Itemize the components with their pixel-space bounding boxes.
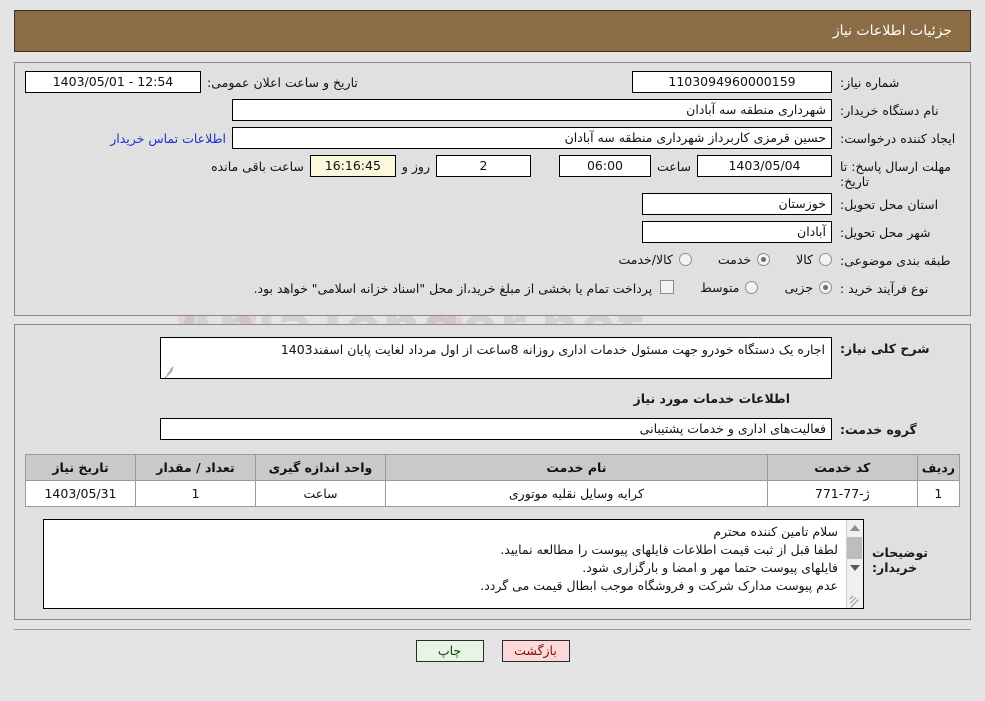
th-need-date: تاریخ نیاز bbox=[25, 454, 136, 481]
need-number-field[interactable]: 1103094960000159 bbox=[632, 71, 832, 93]
purchase-type-option-motavaset[interactable]: متوسط bbox=[700, 280, 759, 295]
request-creator-label: ایجاد کننده درخواست: bbox=[840, 131, 956, 146]
deadline-hour-field[interactable]: 06:00 bbox=[558, 155, 651, 177]
cell-unit: ساعت bbox=[255, 480, 386, 507]
purchase-type-radio-group: جزیی متوسط bbox=[674, 277, 832, 295]
public-announce-label: تاریخ و ساعت اعلان عمومی: bbox=[207, 75, 358, 90]
public-announce-field[interactable]: 1403/05/01 - 12:54 bbox=[25, 71, 201, 93]
purchase-type-label: نوع فرآیند خرید : bbox=[840, 281, 929, 296]
scrollbar-thumb[interactable] bbox=[847, 537, 862, 559]
buyer-org-field[interactable]: شهرداری منطقه سه آبادان bbox=[232, 99, 832, 121]
services-section-title: اطلاعات خدمات مورد نیاز bbox=[633, 391, 791, 406]
row-response-deadline: مهلت ارسال پاسخ: تا تاریخ: 1403/05/04 سا… bbox=[25, 155, 960, 189]
response-deadline-label: مهلت ارسال پاسخ: تا تاریخ: bbox=[832, 155, 960, 189]
cell-quantity: 1 bbox=[135, 480, 256, 507]
delivery-city-label: شهر محل تحویل: bbox=[840, 225, 931, 240]
deadline-label-line1: مهلت ارسال پاسخ: تا bbox=[840, 159, 951, 174]
checkbox-icon[interactable] bbox=[660, 280, 675, 294]
scroll-up-arrow-icon[interactable] bbox=[846, 520, 863, 536]
purchase-type-option-jozii[interactable]: جزیی bbox=[784, 280, 832, 295]
page-title: جزئیات اطلاعات نیاز bbox=[832, 23, 952, 39]
classification-label: طبقه بندی موضوعی: bbox=[840, 253, 951, 268]
row-need-description: شرح کلی نیاز: اجاره یک دستگاه خودرو جهت … bbox=[25, 337, 960, 379]
request-creator-field[interactable]: حسین قرمزی کاربرداز شهرداری منطقه سه آبا… bbox=[232, 127, 832, 149]
page-header: جزئیات اطلاعات نیاز bbox=[14, 10, 971, 52]
row-need-number: شماره نیاز: 1103094960000159 تاریخ و ساع… bbox=[25, 71, 960, 95]
footer-actions: بازگشت چاپ bbox=[14, 629, 971, 662]
cell-service-code: ژ-77-771 bbox=[766, 480, 918, 507]
cell-radif: 1 bbox=[916, 480, 961, 507]
purchase-type-option-label: جزیی bbox=[784, 280, 813, 295]
classification-option-label: خدمت bbox=[717, 252, 752, 267]
th-service-name: نام خدمت bbox=[385, 454, 768, 481]
treasury-bond-checkbox-wrap[interactable]: پرداخت تمام یا بخشی از مبلغ خرید،از محل … bbox=[254, 277, 675, 296]
radio-icon[interactable] bbox=[819, 253, 832, 266]
th-quantity: تعداد / مقدار bbox=[135, 454, 256, 481]
purchase-type-option-label: متوسط bbox=[700, 280, 740, 295]
row-purchase-type: نوع فرآیند خرید : جزیی متوسط پرداخت تمام… bbox=[25, 277, 960, 301]
cell-need-date: 1403/05/31 bbox=[25, 480, 136, 507]
notes-scrollbar[interactable] bbox=[846, 520, 863, 608]
th-unit: واحد اندازه گیری bbox=[255, 454, 386, 481]
countdown-timer-field: 16:16:45 bbox=[309, 155, 396, 177]
deadline-label-line2: تاریخ: bbox=[840, 174, 870, 189]
classification-option-label: کالا/خدمت bbox=[618, 252, 673, 267]
buyer-notes-line: سلام تامین کننده محترم bbox=[713, 524, 838, 539]
cell-service-name: کرایه وسایل نقلیه موتوری bbox=[385, 480, 768, 507]
row-buyer-org: نام دستگاه خریدار: شهرداری منطقه سه آباد… bbox=[25, 99, 960, 123]
service-details-panel: شرح کلی نیاز: اجاره یک دستگاه خودرو جهت … bbox=[14, 324, 971, 620]
need-number-label: شماره نیاز: bbox=[840, 75, 900, 90]
buyer-notes-label: توضیحات خریدار: bbox=[872, 545, 928, 575]
radio-icon[interactable] bbox=[745, 281, 759, 294]
remaining-days-label: روز و bbox=[401, 159, 430, 174]
classification-option-label: کالا bbox=[796, 252, 813, 267]
radio-icon-selected[interactable] bbox=[819, 281, 832, 294]
table-header-row: ردیف کد خدمت نام خدمت واحد اندازه گیری ت… bbox=[25, 454, 961, 481]
buyer-notes-line: عدم پیوست مدارک شرکت و فروشگاه موجب ابطا… bbox=[480, 578, 838, 593]
need-description-textarea[interactable]: اجاره یک دستگاه خودرو جهت مسئول خدمات اد… bbox=[160, 337, 832, 379]
buyer-notes-line: لطفا قبل از ثبت قیمت اطلاعات فایلهای پیو… bbox=[500, 542, 838, 557]
page-root: جزئیات اطلاعات نیاز شماره نیاز: 11030949… bbox=[0, 10, 985, 662]
remaining-hours-label: ساعت باقی مانده bbox=[211, 159, 304, 174]
need-description-text: اجاره یک دستگاه خودرو جهت مسئول خدمات اد… bbox=[280, 342, 825, 357]
treasury-bond-label: پرداخت تمام یا بخشی از مبلغ خرید،از محل … bbox=[253, 281, 653, 296]
row-request-creator: ایجاد کننده درخواست: حسین قرمزی کاربرداز… bbox=[25, 127, 960, 151]
classification-option-kala[interactable]: کالا bbox=[796, 252, 832, 267]
row-buyer-notes: توضیحات خریدار: سلام تامین کننده محترم ل… bbox=[25, 519, 960, 609]
remaining-days-field[interactable]: 2 bbox=[435, 155, 531, 177]
need-info-panel: شماره نیاز: 1103094960000159 تاریخ و ساع… bbox=[14, 62, 971, 316]
row-delivery-province: استان محل تحویل: خوزستان bbox=[25, 193, 960, 217]
print-button[interactable]: چاپ bbox=[415, 640, 484, 662]
th-service-code: کد خدمت bbox=[766, 454, 918, 481]
buyer-contact-link[interactable]: اطلاعات تماس خریدار bbox=[104, 127, 232, 146]
buyer-org-label: نام دستگاه خریدار: bbox=[840, 103, 939, 118]
row-delivery-city: شهر محل تحویل: آبادان bbox=[25, 221, 960, 245]
deadline-date-field[interactable]: 1403/05/04 bbox=[697, 155, 832, 177]
classification-radio-group: کالا خدمت کالا/خدمت bbox=[592, 249, 832, 267]
delivery-province-field[interactable]: خوزستان bbox=[642, 193, 832, 215]
buyer-notes-content: سلام تامین کننده محترم لطفا قبل از ثبت ق… bbox=[44, 520, 846, 608]
table-row: 1 ژ-77-771 کرایه وسایل نقلیه موتوری ساعت… bbox=[25, 480, 961, 507]
delivery-province-label: استان محل تحویل: bbox=[840, 197, 939, 212]
service-items-table: ردیف کد خدمت نام خدمت واحد اندازه گیری ت… bbox=[25, 454, 961, 507]
classification-option-khedmat[interactable]: خدمت bbox=[717, 252, 771, 267]
resize-grip-icon[interactable] bbox=[849, 594, 861, 608]
buyer-notes-textarea[interactable]: سلام تامین کننده محترم لطفا قبل از ثبت ق… bbox=[43, 519, 864, 609]
th-radif: ردیف bbox=[916, 454, 961, 481]
service-group-field[interactable]: فعالیت‌های اداری و خدمات پشتیبانی bbox=[160, 418, 832, 440]
return-button[interactable]: بازگشت bbox=[501, 640, 570, 662]
radio-icon[interactable] bbox=[678, 253, 692, 266]
radio-icon-selected[interactable] bbox=[757, 253, 771, 266]
scroll-down-arrow-icon[interactable] bbox=[846, 560, 863, 576]
delivery-city-field[interactable]: آبادان bbox=[642, 221, 832, 243]
row-service-group: گروه خدمت: فعالیت‌های اداری و خدمات پشتی… bbox=[25, 418, 960, 440]
service-group-label: گروه خدمت: bbox=[840, 421, 917, 437]
need-description-label: شرح کلی نیاز: bbox=[840, 341, 930, 356]
buyer-notes-line: فایلهای پیوست حتما مهر و امضا و بارگزاری… bbox=[582, 560, 838, 575]
row-classification: طبقه بندی موضوعی: کالا خدمت کالا/خدمت bbox=[25, 249, 960, 273]
resize-grip-icon[interactable] bbox=[163, 366, 174, 379]
classification-option-kala-khedmat[interactable]: کالا/خدمت bbox=[618, 252, 692, 267]
deadline-hour-label: ساعت bbox=[656, 159, 691, 174]
